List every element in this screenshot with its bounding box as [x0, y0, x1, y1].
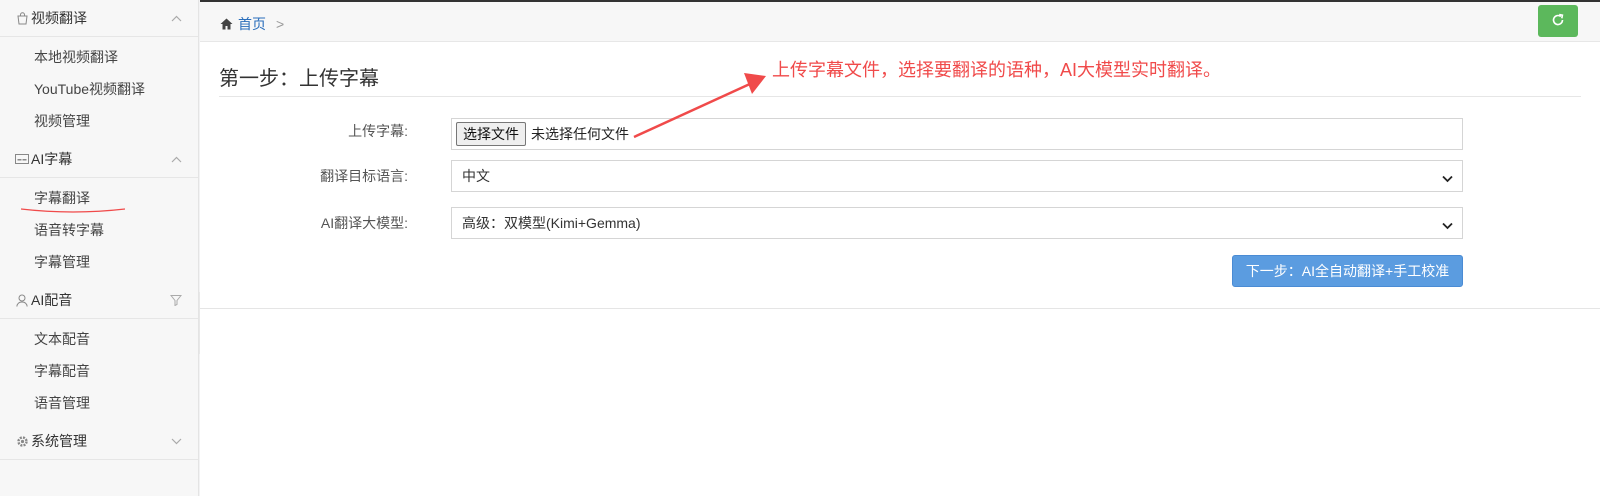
chevron-up-icon	[170, 153, 182, 165]
sidebar: 视频翻译 本地视频翻译 YouTube视频翻译 视频管理 AI字幕 字幕翻译 语…	[0, 0, 199, 496]
chevron-down-icon	[1442, 217, 1453, 233]
top-bar: 首页 >	[200, 0, 1600, 42]
main-content: 第一步：上传字幕 上传字幕: 选择文件 未选择任何文件 翻译目标语言: 中文 A…	[200, 42, 1600, 496]
breadcrumb-separator: >	[276, 16, 285, 32]
breadcrumb: 首页 >	[220, 14, 284, 34]
panel-bottom-divider	[200, 308, 1600, 309]
sidebar-group-items: 字幕翻译 语音转字幕 字幕管理	[0, 178, 198, 282]
shopping-bag-icon	[15, 11, 29, 25]
next-step-button[interactable]: 下一步：AI全自动翻译+手工校准	[1232, 255, 1463, 287]
subtitle-icon	[15, 152, 29, 166]
refresh-button[interactable]	[1538, 5, 1578, 37]
sidebar-item-video-manage[interactable]: 视频管理	[0, 105, 198, 137]
sidebar-item-label: 字幕翻译	[34, 190, 90, 206]
ai-model-label: AI翻译大模型:	[320, 215, 408, 231]
sidebar-group-items: 文本配音 字幕配音 语音管理	[0, 319, 198, 423]
title-divider	[219, 96, 1581, 97]
sidebar-group-system[interactable]: 系统管理	[0, 423, 198, 460]
home-icon	[220, 18, 233, 30]
sidebar-item-local-video[interactable]: 本地视频翻译	[0, 41, 198, 73]
choose-file-button[interactable]: 选择文件	[456, 122, 526, 146]
sidebar-group-items: 本地视频翻译 YouTube视频翻译 视频管理	[0, 37, 198, 141]
chevron-down-icon	[1442, 170, 1453, 186]
sidebar-group-label: 视频翻译	[31, 10, 87, 26]
ai-model-value: 高级：双模型(Kimi+Gemma)	[462, 215, 641, 231]
target-language-select[interactable]: 中文	[451, 160, 1463, 192]
target-language-label: 翻译目标语言:	[320, 168, 408, 184]
sidebar-group-ai-subtitle[interactable]: AI字幕	[0, 141, 198, 178]
annotation-text: 上传字幕文件，选择要翻译的语种，AI大模型实时翻译。	[772, 60, 1222, 80]
upload-label: 上传字幕:	[348, 123, 408, 139]
sidebar-group-label: 系统管理	[31, 433, 87, 449]
sidebar-item-subtitle-dubbing[interactable]: 字幕配音	[0, 355, 198, 387]
ai-model-select[interactable]: 高级：双模型(Kimi+Gemma)	[451, 207, 1463, 239]
sidebar-group-ai-dubbing[interactable]: AI配音	[0, 282, 198, 319]
sidebar-group-label: AI字幕	[31, 151, 73, 167]
page-title: 第一步：上传字幕	[219, 68, 379, 90]
breadcrumb-home-link[interactable]: 首页	[238, 14, 266, 34]
file-upload-field[interactable]: 选择文件 未选择任何文件	[451, 118, 1463, 150]
refresh-icon	[1551, 13, 1565, 30]
chevron-down-icon	[170, 435, 182, 447]
sidebar-group-video-translate[interactable]: 视频翻译	[0, 0, 198, 37]
target-language-value: 中文	[462, 168, 490, 184]
sidebar-item-youtube-video[interactable]: YouTube视频翻译	[0, 73, 198, 105]
sidebar-item-subtitle-manage[interactable]: 字幕管理	[0, 246, 198, 278]
file-status-text: 未选择任何文件	[531, 126, 629, 142]
filter-icon	[170, 294, 182, 306]
sidebar-item-text-dubbing[interactable]: 文本配音	[0, 323, 198, 355]
gear-icon	[15, 434, 29, 448]
sidebar-item-subtitle-translate[interactable]: 字幕翻译	[0, 182, 198, 214]
sidebar-group-label: AI配音	[31, 292, 73, 308]
chevron-up-icon	[170, 12, 182, 24]
sidebar-item-voice-manage[interactable]: 语音管理	[0, 387, 198, 419]
sidebar-item-speech-to-subtitle[interactable]: 语音转字幕	[0, 214, 198, 246]
user-icon	[15, 293, 29, 307]
